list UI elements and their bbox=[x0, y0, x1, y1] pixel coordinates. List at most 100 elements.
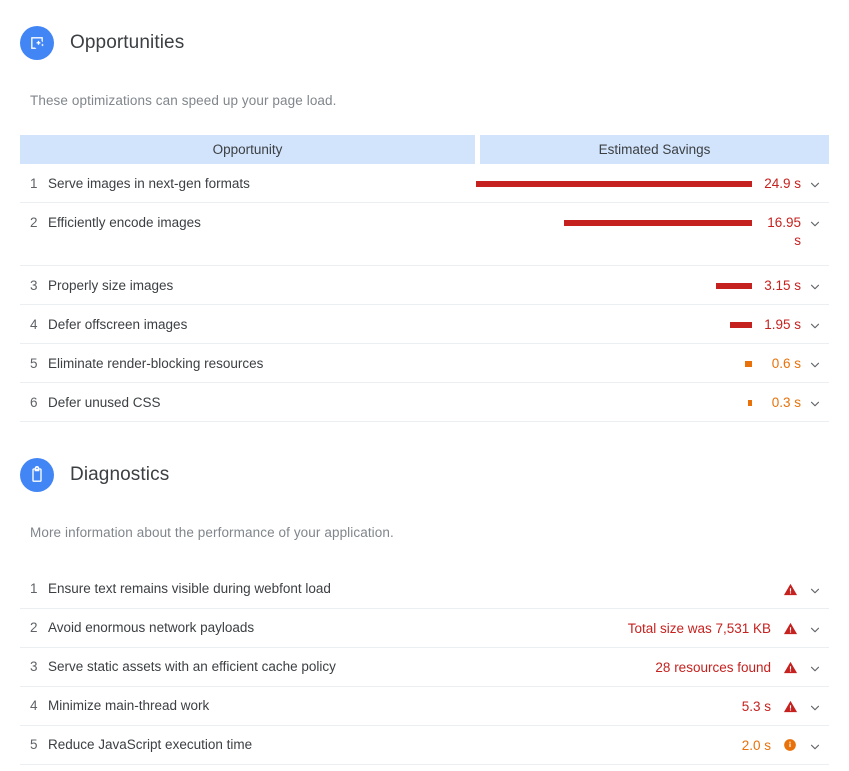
savings-bar-track bbox=[473, 175, 753, 193]
opportunities-image-add-icon bbox=[20, 26, 54, 60]
diagnostic-value: Total size was 7,531 KB bbox=[627, 620, 772, 636]
info-circle-icon bbox=[779, 738, 801, 752]
savings-bar bbox=[476, 181, 752, 187]
expand-chevron-icon[interactable] bbox=[801, 355, 829, 372]
diagnostic-row-title: Reduce JavaScript execution time bbox=[48, 737, 253, 752]
warning-triangle-icon bbox=[779, 621, 801, 636]
opportunity-row[interactable]: 4 Defer offscreen images 1.95 s bbox=[20, 305, 829, 344]
opportunity-row[interactable]: 5 Eliminate render-blocking resources 0.6 … bbox=[20, 344, 829, 383]
diagnostic-row-index: 4 bbox=[30, 698, 38, 713]
savings-value: 3.15 s bbox=[764, 278, 801, 293]
opportunities-table-body: 1 Serve images in next-gen formats 24.9 s 2… bbox=[20, 164, 829, 422]
diagnostic-row-index: 1 bbox=[30, 581, 38, 596]
diagnostic-row[interactable]: 4 Minimize main-thread work 5.3 s bbox=[20, 687, 829, 726]
diagnostic-row-title: Serve static assets with an efficient ca… bbox=[48, 659, 336, 674]
opportunity-row-title: Serve images in next-gen formats bbox=[48, 176, 250, 191]
expand-chevron-icon[interactable] bbox=[801, 214, 829, 231]
savings-bar-track bbox=[473, 214, 753, 232]
opportunity-row-index: 3 bbox=[30, 278, 38, 293]
expand-chevron-icon[interactable] bbox=[801, 175, 829, 192]
opportunity-row-title: Eliminate render-blocking resources bbox=[48, 356, 264, 371]
column-header-opportunity: Opportunity bbox=[20, 135, 475, 164]
expand-chevron-icon[interactable] bbox=[801, 698, 829, 715]
diagnostics-section-header: Diagnostics bbox=[0, 458, 849, 492]
spacer-after-diagnostics-title bbox=[0, 492, 849, 525]
savings-value: 16.95 s bbox=[767, 215, 801, 248]
expand-chevron-icon[interactable] bbox=[801, 277, 829, 294]
expand-chevron-icon[interactable] bbox=[801, 394, 829, 411]
opportunity-row-title: Properly size images bbox=[48, 278, 174, 293]
savings-bar-track bbox=[473, 355, 753, 373]
opportunity-row-savings: 24.9 s bbox=[473, 175, 829, 193]
diagnostics-title: Diagnostics bbox=[70, 464, 170, 485]
savings-bar-track bbox=[473, 316, 753, 334]
diagnostic-row[interactable]: 5 Reduce JavaScript execution time 2.0 s bbox=[20, 726, 829, 765]
column-header-estimated-savings: Estimated Savings bbox=[480, 135, 829, 164]
spacer-before-opportunities-table bbox=[0, 108, 849, 135]
diagnostic-value: 28 resources found bbox=[655, 659, 771, 675]
expand-chevron-icon[interactable] bbox=[801, 316, 829, 333]
opportunity-row-index: 2 bbox=[30, 215, 38, 230]
diagnostics-clipboard-icon bbox=[20, 458, 54, 492]
expand-chevron-icon[interactable] bbox=[801, 581, 829, 598]
spacer-after-opportunities-title bbox=[0, 60, 849, 93]
opportunity-row[interactable]: 2 Efficiently encode images 16.95 s bbox=[20, 203, 829, 266]
lighthouse-report-page: Opportunities These optimizations can sp… bbox=[0, 0, 849, 771]
diagnostics-table: 1 Ensure text remains visible during webf… bbox=[0, 570, 849, 771]
diagnostic-row[interactable]: 3 Serve static assets with an efficient c… bbox=[20, 648, 829, 687]
opportunity-row-title: Defer unused CSS bbox=[48, 395, 161, 410]
opportunity-row[interactable]: 6 Defer unused CSS 0.3 s bbox=[20, 383, 829, 422]
warning-triangle-icon bbox=[779, 660, 801, 675]
savings-bar bbox=[748, 400, 752, 406]
spacer-before-diagnostics-table bbox=[0, 540, 849, 570]
opportunity-row-savings: 0.3 s bbox=[473, 394, 829, 412]
top-spacer bbox=[0, 0, 849, 26]
diagnostic-row-index: 3 bbox=[30, 659, 38, 674]
opportunity-row-index: 5 bbox=[30, 356, 38, 371]
diagnostic-value: 2.0 s bbox=[741, 737, 772, 753]
savings-bar-track bbox=[473, 394, 753, 412]
opportunity-row-savings: 16.95 s bbox=[473, 214, 829, 250]
diagnostic-row[interactable]: 1 Ensure text remains visible during webf… bbox=[20, 570, 829, 609]
diagnostic-row-title: Minimize main-thread work bbox=[48, 698, 210, 713]
opportunity-row-savings: 3.15 s bbox=[473, 277, 829, 295]
expand-chevron-icon[interactable] bbox=[801, 659, 829, 676]
diagnostic-row[interactable]: 2 Avoid enormous network payloads Total si… bbox=[20, 609, 829, 648]
diagnostic-row[interactable]: 6Minimize Critical Requests Depth13 chai… bbox=[20, 765, 829, 771]
opportunities-title: Opportunities bbox=[70, 32, 185, 53]
spacer-before-diagnostics bbox=[0, 422, 849, 458]
savings-bar bbox=[716, 283, 752, 289]
opportunity-row[interactable]: 1 Serve images in next-gen formats 24.9 s bbox=[20, 164, 829, 203]
opportunities-table-header: Opportunity Estimated Savings bbox=[20, 135, 829, 164]
savings-value: 1.95 s bbox=[764, 317, 801, 332]
savings-value: 0.3 s bbox=[771, 395, 801, 410]
diagnostic-row-title: Ensure text remains visible during webfo… bbox=[48, 581, 331, 596]
expand-chevron-icon[interactable] bbox=[801, 737, 829, 754]
savings-bar bbox=[564, 220, 752, 226]
opportunities-description: These optimizations can speed up your pa… bbox=[30, 93, 337, 108]
expand-chevron-icon[interactable] bbox=[801, 620, 829, 637]
warning-triangle-icon bbox=[779, 582, 801, 597]
diagnostic-value: 5.3 s bbox=[741, 698, 772, 714]
opportunity-row[interactable]: 3 Properly size images 3.15 s bbox=[20, 266, 829, 305]
opportunity-row-title: Efficiently encode images bbox=[48, 215, 201, 230]
savings-value: 0.6 s bbox=[771, 356, 801, 371]
diagnostics-table-body: 1 Ensure text remains visible during webf… bbox=[20, 570, 829, 771]
opportunity-row-index: 4 bbox=[30, 317, 38, 332]
diagnostic-row-index: 2 bbox=[30, 620, 38, 635]
savings-value: 24.9 s bbox=[764, 176, 801, 191]
opportunity-row-index: 1 bbox=[30, 176, 38, 191]
diagnostics-description: More information about the performance o… bbox=[30, 525, 394, 540]
savings-bar bbox=[730, 322, 752, 328]
opportunity-row-savings: 0.6 s bbox=[473, 355, 829, 373]
opportunity-row-index: 6 bbox=[30, 395, 38, 410]
diagnostic-row-title: Avoid enormous network payloads bbox=[48, 620, 255, 635]
opportunities-section-header: Opportunities bbox=[0, 26, 849, 60]
opportunity-row-title: Defer offscreen images bbox=[48, 317, 188, 332]
diagnostic-row-index: 5 bbox=[30, 737, 38, 752]
savings-bar bbox=[745, 361, 752, 367]
savings-bar-track bbox=[473, 277, 753, 295]
warning-triangle-icon bbox=[779, 699, 801, 714]
opportunity-row-savings: 1.95 s bbox=[473, 316, 829, 334]
opportunities-table: Opportunity Estimated Savings 1 Serve ima… bbox=[0, 135, 849, 422]
